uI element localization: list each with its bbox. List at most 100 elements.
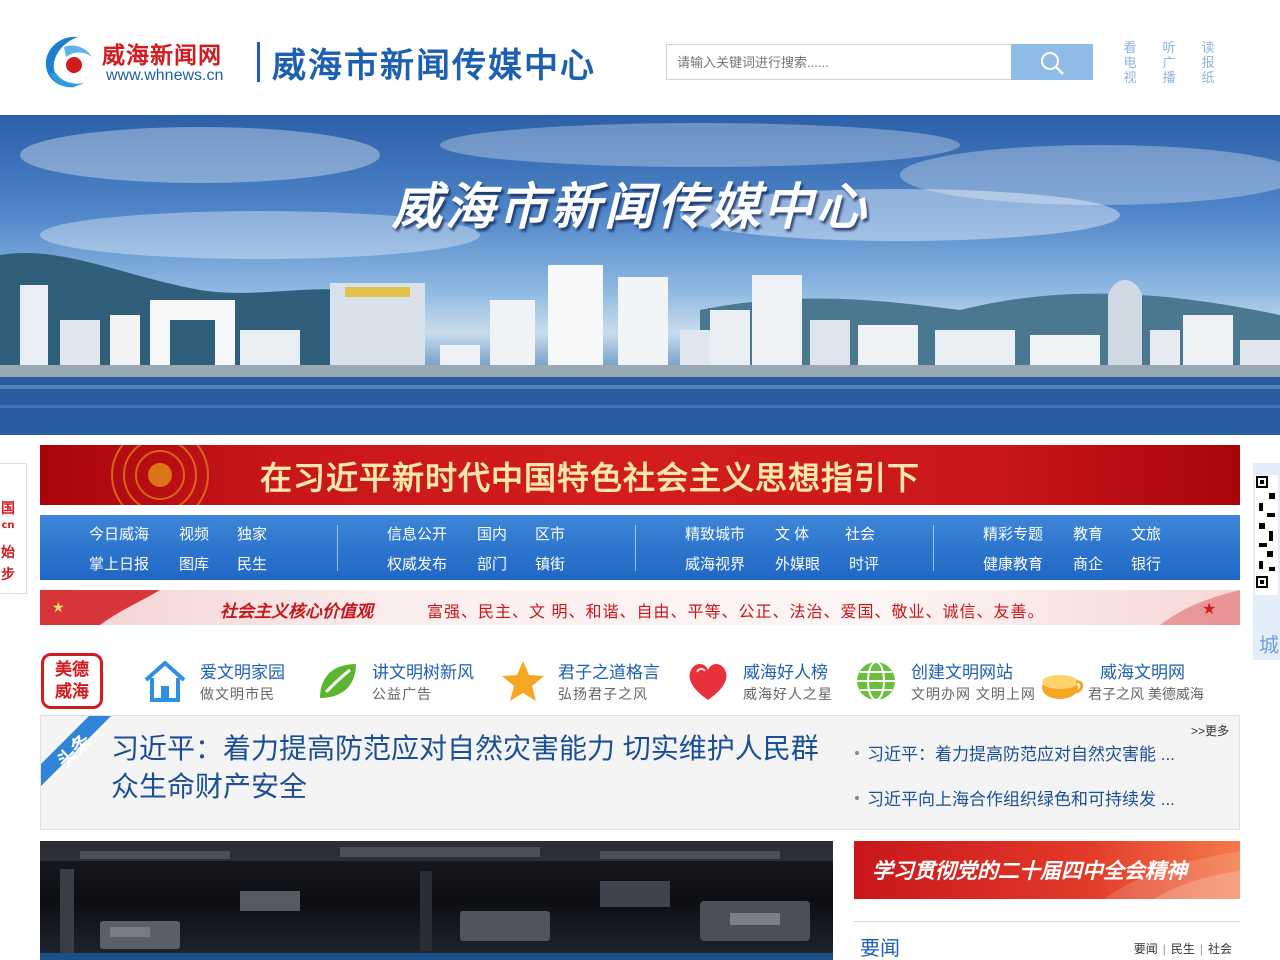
- meide-weihai-badge[interactable]: 美德 威海: [41, 653, 103, 709]
- logo-divider: [257, 42, 260, 82]
- nav-item[interactable]: 文旅: [1131, 523, 1161, 544]
- civ-subtitle: 威海好人之星: [743, 686, 833, 702]
- news-tab[interactable]: 要闻: [1134, 942, 1158, 956]
- watch-tv-link[interactable]: 看电视: [1122, 40, 1138, 85]
- nav-item[interactable]: 精致城市: [685, 523, 745, 544]
- nav-item[interactable]: 社会: [845, 523, 875, 544]
- nav-divider: [933, 525, 934, 571]
- globe-icon: [857, 661, 895, 701]
- star-icon: [502, 661, 544, 701]
- headline-side-item[interactable]: 习近平向上海合作组织绿色和可持续发 ...: [855, 785, 1200, 829]
- civilization-links: 美德 威海 爱文明家园 做文明市民 讲文明树新风 公益广告 君子之道格言 弘扬君…: [40, 650, 1240, 710]
- study-banner-text: 学习贯彻党的二十届四中全会精神: [872, 859, 1187, 883]
- nav-item[interactable]: 精彩专题: [983, 523, 1043, 544]
- heart-icon: [689, 664, 727, 700]
- civ-title: 讲文明树新风: [372, 663, 474, 683]
- news-tabs: 要闻 | 民生 | 社会: [1133, 942, 1232, 956]
- nav-item[interactable]: 民生: [237, 553, 267, 574]
- flag-icon: ★: [40, 590, 160, 625]
- news-section-title: 要闻: [860, 936, 900, 960]
- civ-item-new-wind[interactable]: 讲文明树新风 公益广告: [314, 654, 489, 706]
- civ-title: 爱文明家园: [200, 663, 285, 683]
- nav-item[interactable]: 掌上日报: [89, 553, 149, 574]
- search-button[interactable]: [1011, 44, 1093, 80]
- headline-side-item[interactable]: 习近平：着力提高防范应对自然灾害能 ...: [855, 740, 1200, 785]
- nav-item[interactable]: 区市: [535, 523, 565, 544]
- civ-title: 威海文明网: [1100, 663, 1185, 683]
- site-header: 威海新闻网 www.whnews.cn 威海市新闻传媒中心 看电视 听广播 读报…: [0, 0, 1280, 115]
- page: 威海新闻网 www.whnews.cn 威海市新闻传媒中心 看电视 听广播 读报…: [0, 0, 1280, 960]
- civ-item-website[interactable]: 创建文明网站 文明办网 文明上网: [853, 654, 1036, 706]
- study-spirit-banner[interactable]: 学习贯彻党的二十届四中全会精神: [854, 841, 1240, 899]
- nav-item[interactable]: 威海视界: [685, 553, 745, 574]
- nav-item[interactable]: 权威发布: [387, 553, 447, 574]
- news-tab[interactable]: 民生: [1171, 942, 1195, 956]
- main-nav: 今日威海 视频 独家 掌上日报 图库 民生 信息公开 国内 区市 权威发布 部门…: [40, 515, 1240, 580]
- civ-item-home[interactable]: 爱文明家园 做文明市民: [142, 654, 302, 706]
- listen-radio-link[interactable]: 听广播: [1161, 40, 1177, 85]
- nav-item[interactable]: 图库: [179, 553, 209, 574]
- right-float-label: 城: [1259, 633, 1279, 657]
- nav-item[interactable]: 独家: [237, 523, 267, 544]
- city-skyline-image: [0, 123, 1280, 435]
- logo-icon[interactable]: [40, 33, 98, 91]
- more-link[interactable]: >>更多: [1191, 722, 1229, 739]
- civ-title: 君子之道格言: [558, 663, 660, 683]
- nav-item[interactable]: 商企: [1073, 553, 1103, 574]
- nav-item[interactable]: 教育: [1073, 523, 1103, 544]
- nav-item[interactable]: 时评: [849, 553, 879, 574]
- core-values-text: 富强、民主、文 明、和谐、自由、平等、公正、法治、爱国、敬业、诚信、友善。: [427, 604, 1045, 621]
- nav-item[interactable]: 文 体: [775, 523, 809, 544]
- media-center-title: 威海市新闻传媒中心: [272, 46, 596, 86]
- cup-icon: [1042, 675, 1084, 699]
- civ-item-junzi[interactable]: 君子之道格言 弘扬君子之风: [500, 654, 675, 706]
- headline-side-list: 习近平：着力提高防范应对自然灾害能 ... 习近平向上海合作组织绿色和可持续发 …: [855, 740, 1200, 829]
- nav-item[interactable]: 国内: [477, 523, 507, 544]
- civ-subtitle: 弘扬君子之风: [558, 686, 648, 702]
- nav-item[interactable]: 外媒眼: [775, 553, 820, 574]
- emblem-rays-decoration: [111, 445, 209, 505]
- badge-line: 美德: [55, 660, 89, 680]
- civ-title: 威海好人榜: [743, 663, 828, 683]
- search-input[interactable]: [666, 44, 1012, 80]
- headline-section: 头条 头条 习近平：着力提高防范应对自然灾害能力 切实维护人民群众生命财产安全 …: [40, 715, 1240, 830]
- left-float-ad[interactable]: 国 cn 始 步: [0, 463, 27, 594]
- news-section-header: 要闻 要闻 | 民生 | 社会: [854, 921, 1240, 960]
- studio-video-image[interactable]: [40, 841, 833, 960]
- logo-url[interactable]: www.whnews.cn: [106, 67, 223, 85]
- civ-item-good-people[interactable]: 威海好人榜 威海好人之星: [685, 654, 845, 706]
- hero-banner: 威海市新闻传媒中心: [0, 115, 1280, 435]
- svg-text:★: ★: [52, 600, 65, 616]
- core-values-title: 社会主义核心价值观: [220, 602, 373, 622]
- civ-subtitle: 君子之风 美德威海: [1088, 686, 1204, 702]
- emblem-icon: ★: [1160, 590, 1240, 625]
- slogan-banner[interactable]: 在习近平新时代中国特色社会主义思想指引下: [40, 445, 1240, 505]
- headline-main-link[interactable]: 习近平：着力提高防范应对自然灾害能力 切实维护人民群众生命财产安全: [111, 730, 831, 806]
- civ-subtitle: 文明办网 文明上网: [911, 686, 1036, 702]
- nav-item[interactable]: 信息公开: [387, 523, 447, 544]
- nav-item[interactable]: 部门: [477, 553, 507, 574]
- qr-code-icon: [1255, 475, 1278, 595]
- search-icon: [1041, 52, 1064, 75]
- news-tab[interactable]: 社会: [1208, 942, 1232, 956]
- nav-item[interactable]: 今日威海: [89, 523, 149, 544]
- house-icon: [144, 661, 186, 702]
- nav-item[interactable]: 视频: [179, 523, 209, 544]
- left-float-char: 始: [1, 545, 15, 561]
- logo-title[interactable]: 威海新闻网: [102, 36, 222, 70]
- left-float-char: 国: [1, 501, 15, 517]
- nav-item[interactable]: 银行: [1131, 553, 1161, 574]
- svg-text:★: ★: [1202, 599, 1216, 618]
- read-newspaper-link[interactable]: 读报纸: [1200, 40, 1216, 85]
- studio-scene: [40, 841, 833, 960]
- civ-item-civ-net[interactable]: 威海文明网 君子之风 美德威海: [1038, 654, 1238, 706]
- right-float-panel[interactable]: 城: [1253, 463, 1280, 660]
- nav-divider: [635, 525, 636, 571]
- nav-item[interactable]: 健康教育: [983, 553, 1043, 574]
- left-float-char: cn: [1, 520, 15, 531]
- core-values-strip[interactable]: ★ ★ 社会主义核心价值观 富强、民主、文 明、和谐、自由、平等、公正、法治、爱…: [40, 590, 1240, 625]
- nav-item[interactable]: 镇街: [535, 553, 565, 574]
- civ-title: 创建文明网站: [911, 663, 1013, 683]
- leaf-icon: [320, 664, 356, 698]
- slogan-text: 在习近平新时代中国特色社会主义思想指引下: [260, 459, 921, 497]
